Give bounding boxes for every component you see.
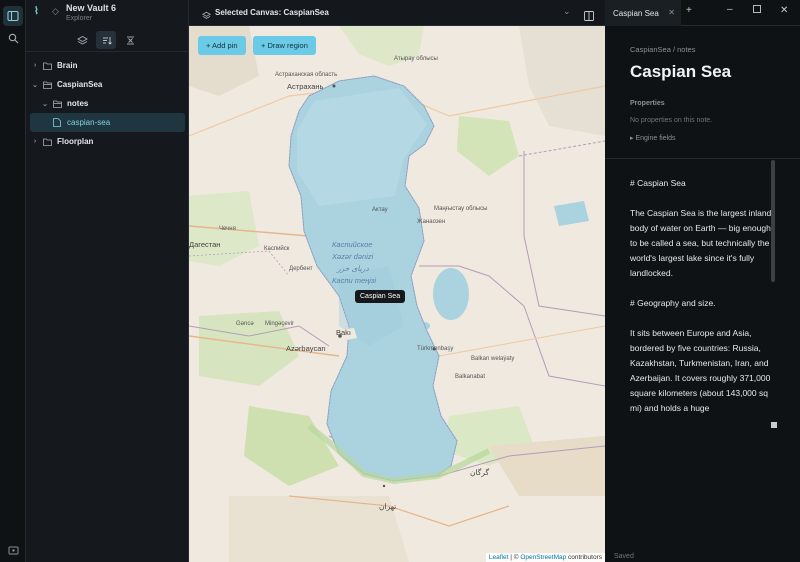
chevron-down-icon[interactable]: ⌄ [563, 6, 571, 17]
layers-icon[interactable] [72, 31, 92, 49]
left-ribbon [0, 0, 26, 562]
vault-logo-icon: ⌇ [34, 6, 39, 17]
map-label: Астрахань [287, 82, 324, 91]
chevron-right-icon: › [33, 138, 37, 145]
explorer-toolbar [26, 28, 189, 52]
map-label: Чечня [219, 226, 236, 232]
map-label: Каспийск [264, 246, 290, 252]
tree-item-floorplan[interactable]: › Floorplan [30, 132, 185, 151]
pin-label[interactable]: Caspian Sea [355, 290, 406, 303]
note-pane: Caspian Sea ✕ + – ✕ CaspianSea / notes C… [605, 0, 800, 562]
paragraph-1: The Caspian Sea is the largest inland bo… [630, 208, 772, 278]
map-label: Mingəçevir [265, 321, 295, 327]
sea-label: Каспийское [332, 240, 373, 249]
leaflet-link[interactable]: Leaflet [489, 554, 509, 561]
no-properties-text: No properties on this note. [630, 117, 713, 124]
collapse-all-icon[interactable] [120, 31, 140, 49]
map-label: Жанаозен [417, 219, 446, 225]
chevron-down-icon: ⌄ [42, 100, 48, 108]
heading-1: # Caspian Sea [630, 178, 686, 188]
note-tabbar: Caspian Sea ✕ + – ✕ [605, 0, 800, 26]
tree-item-label: Brain [57, 61, 78, 70]
map-attribution: Leaflet | © OpenStreetMap contributors [485, 553, 605, 562]
minimize-icon[interactable]: – [727, 4, 733, 15]
map-label: Balkanabat [455, 374, 486, 380]
map-label: Атырау облысы [394, 56, 438, 62]
tree-item-label: Floorplan [57, 137, 94, 146]
map-label: Дагестан [189, 240, 221, 249]
tab-label: Caspian Sea [613, 8, 659, 18]
help-icon[interactable] [3, 540, 23, 560]
sea-label: Каспи теңізі [332, 276, 377, 285]
status-saved: Saved [614, 553, 634, 560]
chevron-down-icon: ⌄ [32, 81, 38, 89]
map-label: تهران [379, 502, 397, 511]
tree-item-notes[interactable]: ⌄ notes [40, 94, 185, 113]
window-close-icon[interactable]: ✕ [780, 5, 788, 16]
tab-caspian-sea[interactable]: Caspian Sea ✕ [605, 0, 681, 26]
map-label: Türkmenbaşy [417, 346, 454, 352]
draw-region-button[interactable]: + Draw region [253, 36, 316, 55]
heading-2: # Geography and size. [630, 298, 716, 308]
folder-open-icon [50, 100, 64, 108]
sea-label: دریای خزر [337, 264, 369, 273]
vault-header[interactable]: ⌇ ◇ New Vault 6 Explorer [30, 0, 189, 26]
map-label: Астраханская область [275, 72, 338, 78]
tree-item-caspian-sea[interactable]: caspian-sea [30, 113, 185, 132]
map-canvas[interactable]: Астраханская область Астрахань Атырау об… [189, 26, 605, 562]
engine-fields-toggle[interactable]: ▸ Engine fields [630, 134, 676, 142]
tree-item-label: notes [67, 99, 89, 108]
canvas-title: Selected Canvas: CaspianSea [215, 8, 329, 17]
sort-icon[interactable] [96, 31, 116, 49]
tree-item-label: CaspianSea [57, 80, 103, 89]
map-label: Актау [372, 207, 388, 213]
paragraph-2: It sits between Europe and Asia, bordere… [630, 328, 771, 413]
vault-subtitle: Explorer [66, 15, 93, 22]
canvas-header: Selected Canvas: CaspianSea ⌄ [189, 0, 605, 26]
tree-item-caspiansea[interactable]: ⌄ CaspianSea [30, 75, 185, 94]
vault-diamond-icon: ◇ [52, 6, 59, 16]
file-explorer-sidebar: ⌇ ◇ New Vault 6 Explorer › Brain ⌄ Caspi… [26, 0, 189, 562]
osm-link[interactable]: OpenStreetMap [520, 554, 566, 561]
tree-item-brain[interactable]: › Brain [30, 56, 185, 75]
map-label: Bakı [336, 328, 352, 337]
folder-open-icon [40, 81, 54, 89]
divider [605, 158, 800, 159]
map-label: Дербент [289, 266, 313, 272]
chevron-right-icon: › [33, 62, 37, 69]
close-icon[interactable]: ✕ [668, 8, 675, 17]
map-label: Azərbaycan [286, 344, 326, 353]
map-label: Маңғыстау облысы [434, 206, 488, 212]
breadcrumb: CaspianSea / notes [630, 45, 696, 54]
map-label: گرگان [470, 468, 490, 477]
resize-handle-icon[interactable] [771, 422, 777, 428]
app-window: ⌇ ◇ New Vault 6 Explorer › Brain ⌄ Caspi… [0, 0, 800, 562]
new-tab-icon[interactable]: + [686, 5, 692, 16]
folder-icon [40, 62, 54, 70]
sidebar-toggle-icon[interactable] [3, 6, 23, 26]
search-icon[interactable] [3, 28, 23, 48]
tree-item-label: caspian-sea [67, 118, 111, 127]
canvas-layers-icon [201, 7, 212, 25]
file-icon [50, 118, 64, 127]
note-title: Caspian Sea [630, 62, 732, 81]
properties-heading: Properties [630, 100, 665, 107]
canvas-view: Selected Canvas: CaspianSea ⌄ Астраханск… [189, 0, 605, 562]
scrollbar[interactable] [771, 160, 775, 282]
map-label: Balkan welaýaty [471, 356, 515, 362]
attribution-separator: | © [508, 554, 521, 561]
sea-label: Xəzər dənizi [332, 252, 374, 261]
maximize-icon[interactable] [753, 5, 761, 16]
add-pin-button[interactable]: + Add pin [198, 36, 246, 55]
split-view-icon[interactable] [584, 8, 594, 26]
note-editor[interactable]: # Caspian Sea The Caspian Sea is the lar… [630, 176, 772, 431]
folder-icon [40, 138, 54, 146]
attribution-tail: contributors [566, 554, 602, 561]
map-label: Gəncə [236, 321, 254, 327]
vault-name: New Vault 6 [66, 3, 117, 13]
